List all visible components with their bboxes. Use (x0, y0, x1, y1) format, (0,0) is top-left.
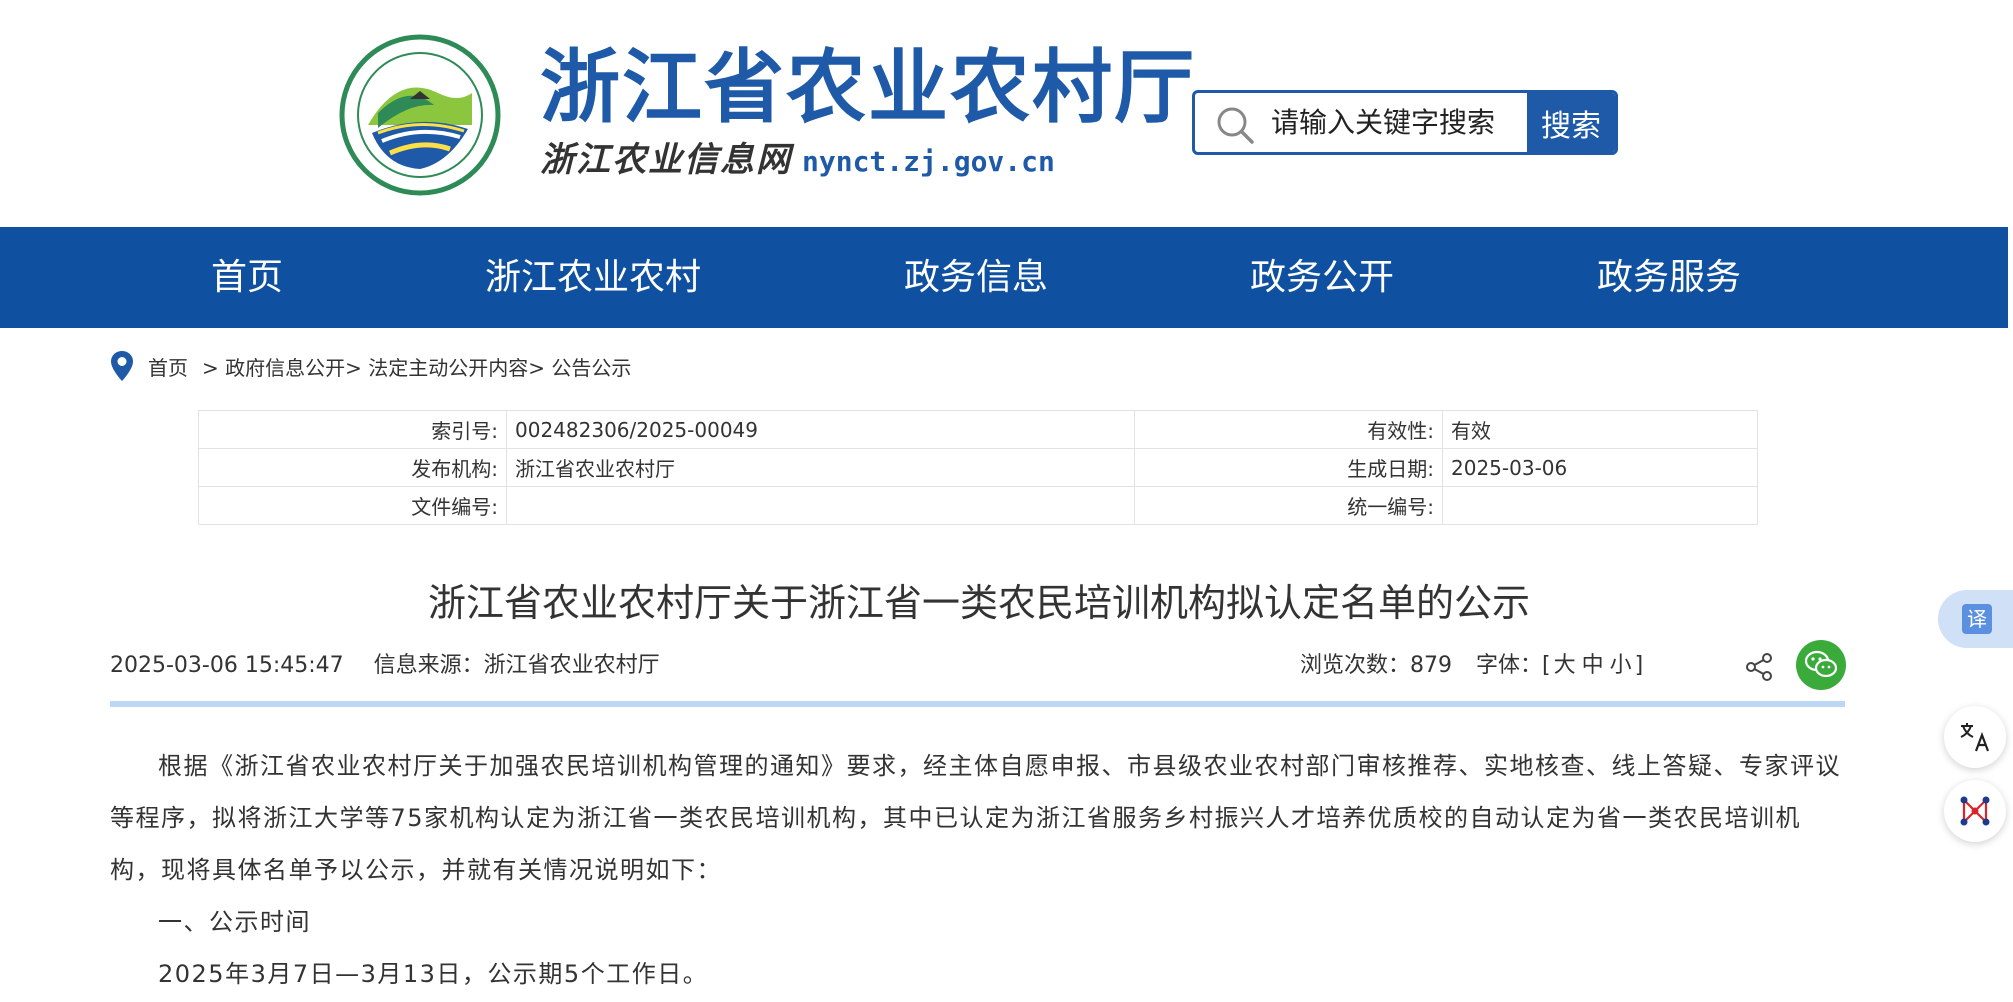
font-medium-button[interactable]: 中 (1582, 653, 1604, 678)
breadcrumb-home[interactable]: 首页 (148, 352, 188, 381)
table-row: 索引号: 002482306/2025-00049 有效性: 有效 (198, 410, 1758, 449)
font-size-switcher: 字体：[大中小] (1476, 653, 1643, 678)
site-header: 浙江省农业农村厅 浙江农业信息网 nynct.zj.gov.cn 搜索 (0, 0, 2013, 227)
meta-date-label: 生成日期: (1134, 448, 1443, 487)
location-pin-icon (111, 351, 133, 381)
site-subtitle: 浙江农业信息网 nynct.zj.gov.cn (540, 140, 1055, 186)
view-count: 浏览次数：879 (1300, 653, 1452, 678)
meta-validity-value: 有效 (1442, 410, 1758, 449)
breadcrumb-path[interactable]: > 政府信息公开> 法定主动公开内容> 公告公示 (202, 352, 631, 381)
meta-doc-no-value (506, 486, 1135, 525)
meta-index-value: 002482306/2025-00049 (506, 410, 1135, 449)
table-row: 文件编号: 统一编号: (198, 486, 1758, 525)
meta-unified-no-value (1442, 486, 1758, 525)
site-url: nynct.zj.gov.cn (802, 145, 1055, 178)
nav-item-government-disclosure[interactable]: 政务公开 (1250, 227, 1394, 328)
meta-publisher-label: 发布机构: (198, 448, 507, 487)
font-size-close: ] (1634, 653, 1644, 678)
nav-item-government-info[interactable]: 政务信息 (904, 227, 1048, 328)
site-title[interactable]: 浙江省农业农村厅 (540, 38, 1196, 138)
search-input[interactable] (1271, 93, 1526, 152)
meta-publisher-value: 浙江省农业农村厅 (506, 448, 1135, 487)
article-section-heading: 一、公示时间 (158, 908, 311, 936)
site-subtitle-text: 浙江农业信息网 (540, 140, 792, 180)
main-nav: 首页 浙江农业农村 政务信息 政务公开 政务服务 (0, 227, 2008, 328)
screen-translate-button[interactable] (1944, 706, 2006, 768)
article-paragraph: 根据《浙江省农业农村厅关于加强农民培训机构管理的通知》要求，经主体自愿申报、市县… (110, 752, 1841, 884)
wechat-icon[interactable] (1796, 640, 1846, 690)
search-button[interactable]: 搜索 (1527, 93, 1615, 152)
search-icon (1217, 107, 1254, 144)
share-icon[interactable] (1744, 652, 1774, 682)
network-icon (1960, 796, 1990, 826)
article-title: 浙江省农业农村厅关于浙江省一类农民培训机构拟认定名单的公示 (427, 581, 1530, 625)
meta-index-label: 索引号: (198, 410, 507, 449)
meta-date-value: 2025-03-06 (1442, 448, 1758, 487)
breadcrumb: 首页 > 政府信息公开> 法定主动公开内容> 公告公示 (110, 350, 631, 382)
meta-validity-label: 有效性: (1134, 410, 1443, 449)
meta-unified-no-label: 统一编号: (1134, 486, 1443, 525)
nav-item-home[interactable]: 首页 (211, 227, 283, 328)
translate-tool[interactable]: 译 (1938, 590, 2013, 648)
article-info-right: 浏览次数：879 字体：[大中小] (1300, 648, 1643, 684)
nav-item-zhejiang-agriculture[interactable]: 浙江农业农村 (485, 227, 701, 328)
article-info-left: 2025-03-06 15:45:47 信息来源：浙江省农业农村厅 (110, 648, 660, 684)
translate-icon: 译 (1962, 604, 1992, 634)
nav-item-government-service[interactable]: 政务服务 (1597, 227, 1741, 328)
article-source: 信息来源：浙江省农业农村厅 (373, 653, 660, 678)
article-paragraph: 2025年3月7日—3月13日，公示期5个工作日。 (158, 960, 709, 988)
translate-a-icon (1960, 723, 1990, 752)
document-meta-table: 索引号: 002482306/2025-00049 有效性: 有效 发布机构: … (198, 410, 1758, 525)
article-info-row: 2025-03-06 15:45:47 信息来源：浙江省农业农村厅 浏览次数：87… (110, 640, 1846, 690)
department-emblem-icon[interactable] (338, 33, 502, 197)
table-row: 发布机构: 浙江省农业农村厅 生成日期: 2025-03-06 (198, 448, 1758, 487)
meta-doc-no-label: 文件编号: (198, 486, 507, 525)
ai-assistant-button[interactable] (1944, 780, 2006, 842)
font-large-button[interactable]: 大 (1554, 653, 1576, 678)
article-body: 根据《浙江省农业农村厅关于加强农民培训机构管理的通知》要求，经主体自愿申报、市县… (110, 740, 1845, 1000)
search-box: 搜索 (1192, 90, 1618, 155)
title-divider (110, 701, 1845, 707)
font-small-button[interactable]: 小 (1610, 653, 1632, 678)
font-size-label: 字体：[ (1476, 653, 1551, 678)
article-datetime: 2025-03-06 15:45:47 (110, 653, 344, 678)
